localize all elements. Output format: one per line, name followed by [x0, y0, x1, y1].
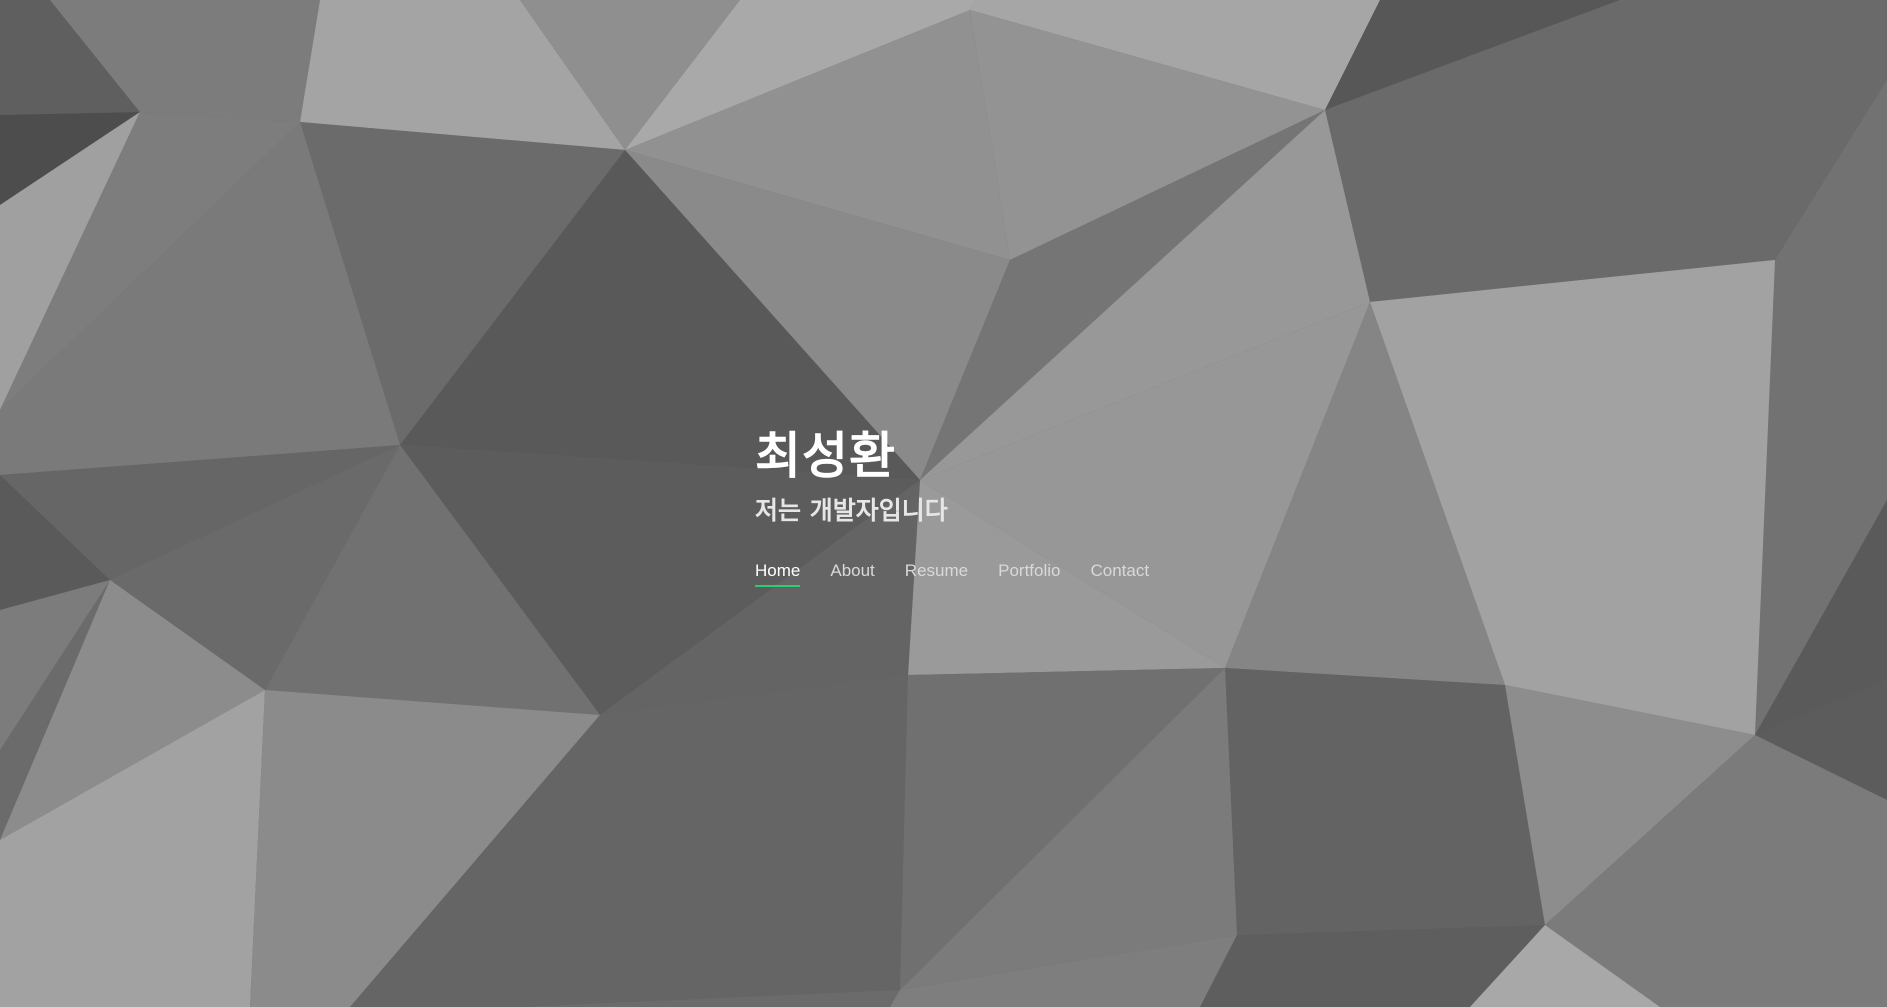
nav-link-resume[interactable]: Resume — [905, 561, 968, 587]
hero-tagline: 저는 개발자입니다 — [755, 496, 948, 525]
nav-link-portfolio[interactable]: Portfolio — [998, 561, 1060, 587]
main-nav: Home About Resume Portfolio Contact — [755, 561, 1179, 587]
nav-link-about[interactable]: About — [830, 561, 874, 587]
hero-name: 최성환 — [755, 427, 896, 485]
nav-link-home[interactable]: Home — [755, 561, 801, 587]
nav-link-contact[interactable]: Contact — [1090, 561, 1149, 587]
hero-content: 최성환 저는 개발자입니다 Home About Resume Portfoli… — [755, 425, 1179, 603]
hero-section: 최성환 저는 개발자입니다 Home About Resume Portfoli… — [0, 0, 1887, 1007]
